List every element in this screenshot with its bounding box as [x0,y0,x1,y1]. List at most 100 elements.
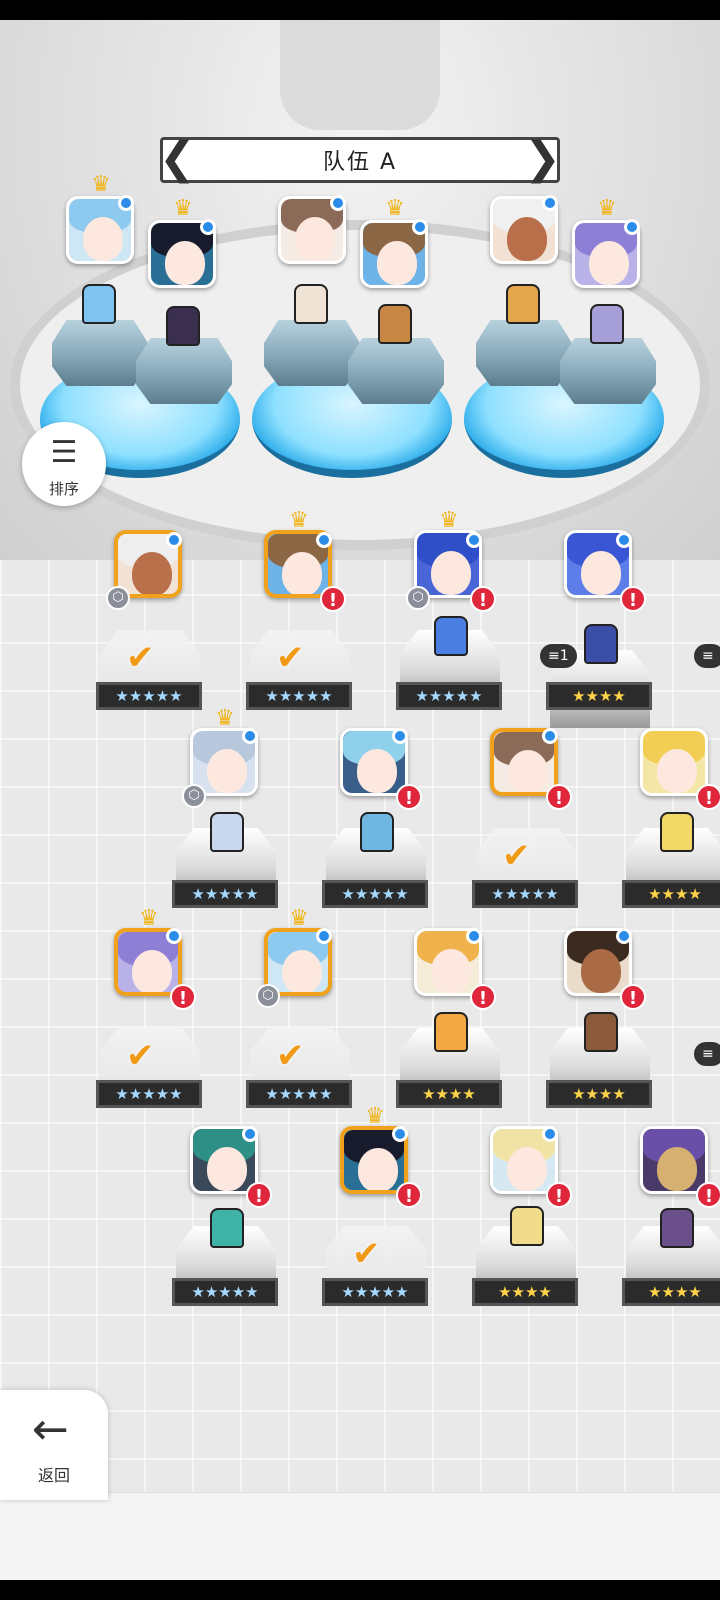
hero-pedestal [476,320,572,386]
star-rating: ★★★★★ [96,682,202,710]
equipment-cube-icon: ⬡ [406,586,430,610]
status-dot-icon [542,195,558,211]
roster-hero-portrait[interactable] [640,1126,708,1194]
status-dot-icon [242,1126,258,1142]
status-dot-icon [542,728,558,744]
hero-pedestal [264,320,360,386]
hero-sprite[interactable] [210,812,244,852]
hero-sprite[interactable] [82,284,116,324]
hero-sprite[interactable] [660,812,694,852]
roster-hero-portrait[interactable] [640,728,708,796]
star-rating: ★★★★ [546,682,652,710]
leader-crown-icon: ♛ [597,196,617,221]
hero-pedestal [560,338,656,404]
alert-icon: ! [170,984,196,1010]
leader-crown-icon: ♛ [365,1104,385,1129]
sort-button[interactable]: ☰ 排序 [22,422,106,506]
status-dot-icon [392,728,408,744]
arena-statue [280,20,440,130]
hero-sprite[interactable] [506,284,540,324]
status-dot-icon [542,1126,558,1142]
equipment-cube-icon: ⬡ [256,984,280,1008]
status-dot-icon [118,195,134,211]
status-dot-icon [330,195,346,211]
hero-sprite[interactable] [378,304,412,344]
copies-count: 1 [559,648,569,664]
leader-crown-icon: ♛ [215,706,235,731]
leader-crown-icon: ♛ [385,196,405,221]
star-rating: ★★★★★ [322,880,428,908]
copies-chip: ≡ [694,644,720,668]
leader-crown-icon: ♛ [439,508,459,533]
star-rating: ★★★★★ [472,880,578,908]
equipment-cube-icon: ⬡ [182,784,206,808]
hero-sprite[interactable] [294,284,328,324]
hero-sprite[interactable] [584,624,618,664]
team-selector[interactable]: ❮ 队伍 A ❯ [159,136,561,183]
leader-crown-icon: ♛ [289,508,309,533]
hero-sprite[interactable] [510,1206,544,1246]
in-team-check-icon: ✔ [352,1234,381,1274]
back-label: 返回 [37,1466,70,1485]
alert-icon: ! [546,784,572,810]
hero-sprite[interactable] [434,616,468,656]
star-rating: ★★★★★ [96,1080,202,1108]
alert-icon: ! [396,784,422,810]
alert-icon: ! [246,1182,272,1208]
hero-sprite[interactable] [360,812,394,852]
star-rating: ★★★★ [396,1080,502,1108]
alert-icon: ! [470,586,496,612]
leader-crown-icon: ♛ [173,196,193,221]
hero-sprite[interactable] [584,1012,618,1052]
alert-icon: ! [620,586,646,612]
hero-sprite[interactable] [434,1012,468,1052]
alert-icon: ! [320,586,346,612]
in-team-check-icon: ✔ [276,638,305,678]
status-dot-icon [166,532,182,548]
hero-pedestal [348,338,444,404]
star-rating: ★★★★ [472,1278,578,1306]
star-rating: ★★★★ [622,880,720,908]
star-rating: ★★★★★ [246,1080,352,1108]
status-dot-icon [616,532,632,548]
team-arena: ❮ 队伍 A ❯ ♛ ♛ ♛ ♛ [0,20,720,560]
sort-label: 排序 [48,480,79,498]
status-dot-icon [200,219,216,235]
status-dot-icon [466,928,482,944]
in-team-check-icon: ✔ [276,1036,305,1076]
star-rating: ★★★★★ [396,682,502,710]
hero-sprite[interactable] [590,304,624,344]
alert-icon: ! [396,1182,422,1208]
hero-pedestal [136,338,232,404]
star-rating: ★★★★★ [172,880,278,908]
status-dot-icon [242,728,258,744]
back-button[interactable]: ← 返回 [0,1390,108,1500]
hero-sprite[interactable] [660,1208,694,1248]
leader-crown-icon: ♛ [139,906,159,931]
leader-crown-icon: ♛ [91,172,111,197]
alert-icon: ! [470,984,496,1010]
copies-chip: ≡1 [540,644,577,668]
sort-icon: ☰ [50,435,78,470]
in-team-check-icon: ✔ [126,638,155,678]
status-dot-icon [412,219,428,235]
next-team-arrow-icon[interactable]: ❯ [524,136,561,182]
hero-sprite[interactable] [166,306,200,346]
star-rating: ★★★★ [546,1080,652,1108]
alert-icon: ! [696,784,720,810]
hero-sprite[interactable] [210,1208,244,1248]
star-rating: ★★★★ [622,1278,720,1306]
alert-icon: ! [620,984,646,1010]
status-dot-icon [166,928,182,944]
status-dot-icon [616,928,632,944]
star-rating: ★★★★★ [172,1278,278,1306]
team-title: 队伍 A [322,150,398,175]
copies-chip: ≡ [694,1042,720,1066]
leader-crown-icon: ♛ [289,906,309,931]
hero-pedestal [52,320,148,386]
game-screen: ❮ 队伍 A ❯ ♛ ♛ ♛ ♛ ☰ 排序 ✔ ★★★★★ ⬡ ✔ ★★★★★ … [0,20,720,1580]
status-dot-icon [466,532,482,548]
alert-icon: ! [696,1182,720,1208]
alert-icon: ! [546,1182,572,1208]
prev-team-arrow-icon[interactable]: ❮ [159,136,196,182]
